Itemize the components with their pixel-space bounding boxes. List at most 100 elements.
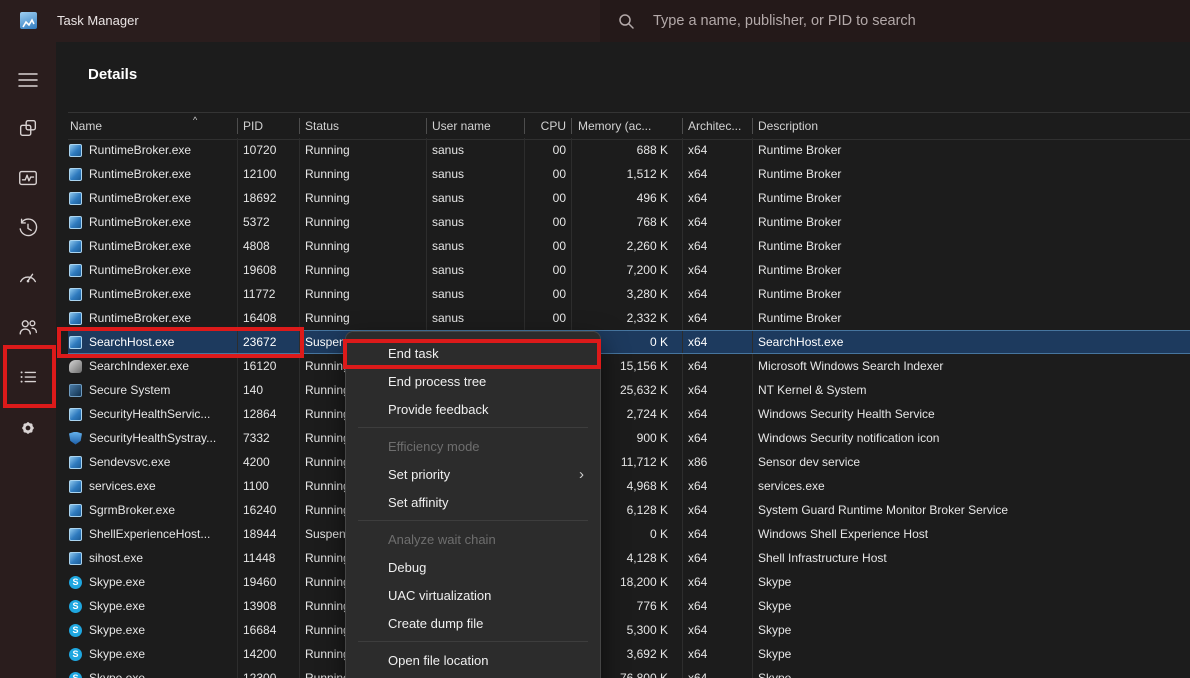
menu-separator (358, 427, 588, 428)
menu-item-uac-virtualization[interactable]: UAC virtualization (346, 581, 600, 609)
menu-item-label: Set affinity (388, 495, 448, 510)
column-header-cpu[interactable]: CPU (525, 118, 572, 134)
table-row[interactable]: RuntimeBroker.exe 10720 Running sanus 00… (68, 138, 1190, 162)
table-row[interactable]: Secure System 140 Running 25,632 K x64 N… (68, 378, 1190, 402)
page-title: Details (88, 66, 137, 83)
sidebar-item-app-history[interactable] (0, 210, 56, 246)
table-row[interactable]: Skype.exe 13908 Running 776 K x64 Skype (68, 594, 1190, 618)
process-architecture: x64 (683, 522, 753, 546)
menu-item-create-dump-file[interactable]: Create dump file (346, 609, 600, 637)
process-status: Running (300, 306, 427, 330)
table-row[interactable]: SecurityHealthServic... 12864 Running 2,… (68, 402, 1190, 426)
process-status: Running (300, 282, 427, 306)
process-architecture: x64 (683, 162, 753, 186)
process-architecture: x64 (683, 426, 753, 450)
search-input[interactable]: Type a name, publisher, or PID to search (600, 0, 1190, 42)
process-cpu: 00 (525, 306, 572, 330)
menu-item-provide-feedback[interactable]: Provide feedback (346, 395, 600, 423)
details-list-icon (17, 366, 39, 388)
process-memory: 2,260 K (572, 234, 683, 258)
process-name: sihost.exe (89, 551, 143, 565)
process-pid: 13908 (238, 594, 300, 618)
table-row[interactable]: RuntimeBroker.exe 19608 Running sanus 00… (68, 258, 1190, 282)
table-row[interactable]: Skype.exe 19460 Running 18,200 K x64 Sky… (68, 570, 1190, 594)
performance-icon (17, 167, 39, 189)
process-pid: 7332 (238, 426, 300, 450)
table-row[interactable]: Skype.exe 12300 Running 76,800 K x64 Sky… (68, 666, 1190, 678)
table-row[interactable]: RuntimeBroker.exe 4808 Running sanus 00 … (68, 234, 1190, 258)
process-memory: 3,280 K (572, 282, 683, 306)
sidebar-item-startup-apps[interactable] (0, 259, 56, 295)
table-row[interactable]: RuntimeBroker.exe 5372 Running sanus 00 … (68, 210, 1190, 234)
sort-ascending-icon: ^ (193, 115, 197, 125)
process-icon (69, 240, 82, 253)
process-cpu: 00 (525, 138, 572, 162)
table-row[interactable]: Sendevsvc.exe 4200 Running 11,712 K x86 … (68, 450, 1190, 474)
table-row[interactable]: Skype.exe 16684 Running 5,300 K x64 Skyp… (68, 618, 1190, 642)
column-header-description[interactable]: Description (753, 118, 1190, 134)
process-description: Runtime Broker (753, 258, 1190, 282)
menu-item-debug[interactable]: Debug (346, 553, 600, 581)
process-icon (69, 336, 82, 349)
process-description: Skype (753, 570, 1190, 594)
process-user: sanus (427, 306, 525, 330)
table-row[interactable]: SearchHost.exe 23672 Suspended 0 K x64 S… (68, 330, 1190, 354)
process-pid: 18692 (238, 186, 300, 210)
column-header-status[interactable]: Status (300, 118, 427, 134)
table-row[interactable]: RuntimeBroker.exe 16408 Running sanus 00… (68, 306, 1190, 330)
process-name: Skype.exe (89, 575, 145, 589)
process-pid: 14200 (238, 642, 300, 666)
process-pid: 18944 (238, 522, 300, 546)
process-icon (69, 672, 82, 678)
table-row[interactable]: Skype.exe 14200 Running 3,692 K x64 Skyp… (68, 642, 1190, 666)
process-icon (69, 408, 82, 421)
table-row[interactable]: SgrmBroker.exe 16240 Running 6,128 K x64… (68, 498, 1190, 522)
menu-item-set-priority[interactable]: Set priority› (346, 460, 600, 488)
process-description: NT Kernel & System (753, 378, 1190, 402)
sidebar-item-services[interactable] (0, 410, 56, 446)
column-header-memory[interactable]: Memory (ac... (572, 118, 683, 134)
process-pid: 19608 (238, 258, 300, 282)
table-row[interactable]: services.exe 1100 Running 4,968 K x64 se… (68, 474, 1190, 498)
table-row[interactable]: RuntimeBroker.exe 18692 Running sanus 00… (68, 186, 1190, 210)
process-architecture: x64 (683, 666, 753, 678)
process-name: SearchHost.exe (89, 335, 174, 349)
table-row[interactable]: SearchIndexer.exe 16120 Running 15,156 K… (68, 354, 1190, 378)
process-architecture: x64 (683, 234, 753, 258)
titlebar: Task Manager Type a name, publisher, or … (0, 0, 1190, 42)
menu-item-end-task[interactable]: End task (346, 339, 600, 367)
process-pid: 140 (238, 378, 300, 402)
column-header-name[interactable]: Name ^ (68, 118, 238, 134)
process-description: services.exe (753, 474, 1190, 498)
process-pid: 11448 (238, 546, 300, 570)
process-description: Windows Security notification icon (753, 426, 1190, 450)
menu-item-open-file-location[interactable]: Open file location (346, 646, 600, 674)
sidebar-item-performance[interactable] (0, 160, 56, 196)
process-architecture: x64 (683, 306, 753, 330)
search-icon (618, 13, 635, 30)
menu-item-set-affinity[interactable]: Set affinity (346, 488, 600, 516)
process-cpu: 00 (525, 210, 572, 234)
column-header-architecture[interactable]: Architec... (683, 118, 753, 134)
column-header-username[interactable]: User name (427, 118, 525, 134)
process-memory: 688 K (572, 138, 683, 162)
menu-item-label: Open file location (388, 653, 488, 668)
column-header-pid[interactable]: PID (238, 118, 300, 134)
sidebar-item-details[interactable] (0, 359, 56, 395)
process-pid: 23672 (238, 331, 300, 353)
process-name: RuntimeBroker.exe (89, 191, 191, 205)
table-row[interactable]: RuntimeBroker.exe 11772 Running sanus 00… (68, 282, 1190, 306)
process-pid: 16684 (238, 618, 300, 642)
process-cpu: 00 (525, 234, 572, 258)
sidebar-menu-button[interactable] (0, 62, 56, 98)
table-row[interactable]: sihost.exe 11448 Running 4,128 K x64 She… (68, 546, 1190, 570)
menu-item-end-process-tree[interactable]: End process tree (346, 367, 600, 395)
sidebar-item-users[interactable] (0, 309, 56, 345)
process-pid: 16240 (238, 498, 300, 522)
table-row[interactable]: RuntimeBroker.exe 12100 Running sanus 00… (68, 162, 1190, 186)
table-row[interactable]: ShellExperienceHost... 18944 Suspended 0… (68, 522, 1190, 546)
table-row[interactable]: SecurityHealthSystray... 7332 Running 90… (68, 426, 1190, 450)
menu-separator (358, 641, 588, 642)
menu-item-label: Debug (388, 560, 426, 575)
sidebar-item-processes[interactable] (0, 110, 56, 146)
